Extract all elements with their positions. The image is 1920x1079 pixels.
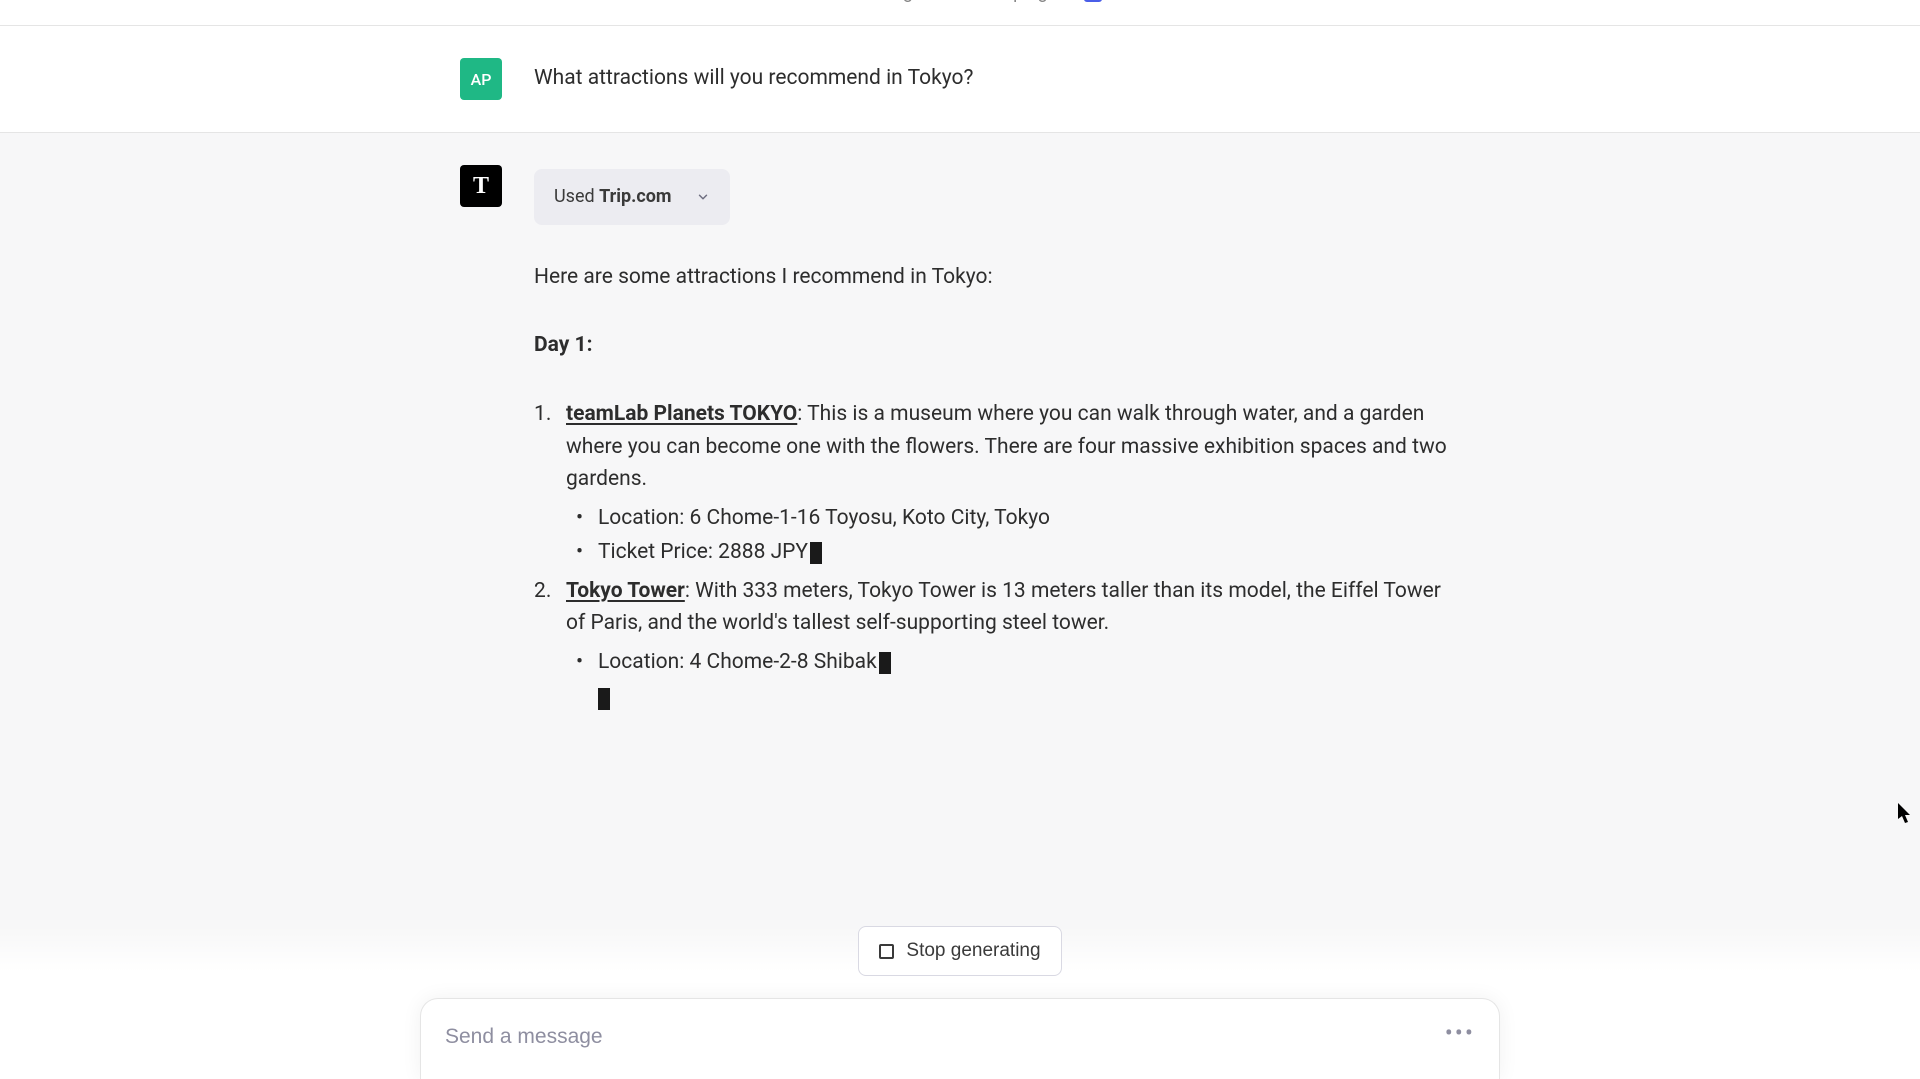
user-avatar-initials: AP [471, 70, 492, 89]
attractions-list: teamLab Planets TOKYO: This is a museum … [534, 398, 1460, 721]
plugin-badge-icon [1084, 0, 1102, 2]
enabled-plugins-label: Enabled plugins: [945, 0, 1076, 3]
location-line: Location: 4 Chome-2-8 Shibak [566, 646, 1460, 679]
user-avatar: AP [460, 58, 502, 100]
price-line: Ticket Price: 2888 JPY [566, 536, 1460, 569]
attraction-description: : With 333 meters, Tokyo Tower is 13 met… [566, 579, 1441, 636]
user-message-text: What attractions will you recommend in T… [534, 58, 1460, 100]
footer-area: Stop generating ••• [0, 926, 1920, 1079]
plugin-used-name: Trip.com [599, 186, 671, 207]
attraction-details: Location: 4 Chome-2-8 Shibak [566, 646, 1460, 679]
cursor-icon [598, 688, 610, 710]
message-input-container: ••• [420, 998, 1500, 1079]
plugin-used-pill[interactable]: Used Trip.com [534, 169, 730, 225]
stop-icon [879, 944, 894, 959]
more-icon[interactable]: ••• [1445, 1019, 1475, 1047]
model-label: Model: Plugins [818, 0, 936, 3]
list-item: teamLab Planets TOKYO: This is a museum … [534, 398, 1460, 569]
mouse-cursor-icon [1898, 803, 1914, 825]
stop-generating-button[interactable]: Stop generating [858, 926, 1061, 976]
conversation: AP What attractions will you recommend i… [0, 26, 1920, 759]
assistant-message-content: Used Trip.com Here are some attractions … [534, 165, 1460, 727]
cursor-icon [879, 652, 891, 674]
attraction-link[interactable]: teamLab Planets TOKYO [566, 402, 797, 426]
top-header: Model: Plugins Enabled plugins: [0, 0, 1920, 26]
cursor-icon [810, 542, 822, 564]
chevron-down-icon [696, 190, 710, 204]
attraction-details: Location: 6 Chome-1-16 Toyosu, Koto City… [566, 502, 1460, 569]
attraction-link[interactable]: Tokyo Tower [566, 579, 685, 603]
location-line: Location: 6 Chome-1-16 Toyosu, Koto City… [566, 502, 1460, 535]
user-message-row: AP What attractions will you recommend i… [0, 26, 1920, 133]
day-heading: Day 1: [534, 329, 1460, 362]
message-input[interactable] [445, 1025, 1445, 1049]
assistant-intro-text: Here are some attractions I recommend in… [534, 261, 1460, 294]
assistant-avatar-letter: T [473, 173, 489, 200]
stop-button-label: Stop generating [906, 940, 1040, 962]
assistant-avatar: T [460, 165, 502, 207]
assistant-message-row: T Used Trip.com Here are some attraction… [0, 133, 1920, 759]
plugin-used-prefix: Used [554, 186, 599, 207]
list-item: Tokyo Tower: With 333 meters, Tokyo Towe… [534, 575, 1460, 721]
